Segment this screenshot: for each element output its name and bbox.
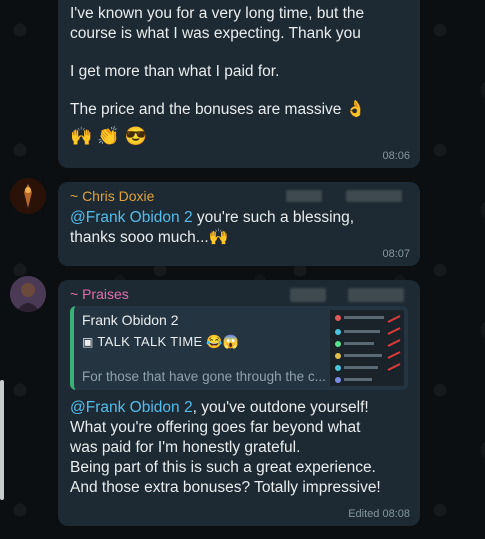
raised-hands-emoji-icon: 🙌 (208, 228, 229, 246)
redacted-phone (348, 288, 404, 302)
quoted-image-thumbnail (330, 310, 404, 386)
message-text: thanks sooo much... (70, 229, 209, 246)
sender-avatar-icon (10, 276, 46, 312)
quoted-title-emoji-icon: 😂😱 (206, 334, 240, 349)
message-text: , you've outdone yourself! (192, 399, 369, 416)
message-text: Being part of this is such a great exper… (70, 459, 376, 476)
avatar[interactable] (10, 178, 46, 214)
reply-quote[interactable]: Frank Obidon 2 ▣ TALK TALK TIME 😂😱 For t… (70, 306, 408, 390)
avatar[interactable] (10, 276, 46, 312)
message-bubble-2[interactable]: ~ Chris Doxie @Frank Obidon 2 you're suc… (58, 182, 420, 266)
redacted-phone (346, 190, 402, 202)
message-text: What you're offering goes far beyond wha… (70, 419, 361, 436)
message-timestamp: Edited 08:08 (348, 508, 410, 520)
message-text: was paid for I'm honestly grateful. (70, 439, 301, 456)
redacted-phone (290, 288, 326, 302)
mention-link[interactable]: @Frank Obidon 2 (70, 209, 193, 226)
document-icon: ▣ (82, 335, 94, 349)
message-text: The price and the bonuses are massive (70, 101, 342, 118)
message-timestamp: 08:07 (382, 248, 410, 260)
message-text: I get more than what I paid for. (70, 63, 280, 80)
ok-hand-emoji-icon: 👌 (345, 100, 366, 118)
reaction-emojis-icon: 🙌 👏 😎 (70, 125, 148, 146)
screenshot-thumbnail-icon (330, 310, 404, 386)
mention-link[interactable]: @Frank Obidon 2 (70, 399, 193, 416)
message-bubble-3[interactable]: ~ Praises Frank Obidon 2 ▣ TALK TALK TIM… (58, 280, 420, 526)
message-text: And those extra bonuses? Totally impress… (70, 479, 381, 496)
message-text: you're such a blessing, (192, 209, 355, 226)
sender-avatar-icon (10, 178, 46, 214)
message-text: I've known you for a very long time, but… (70, 5, 365, 42)
quoted-title: TALK TALK TIME (97, 334, 203, 349)
redacted-phone (286, 190, 322, 202)
quoted-text: For those that have gone through the c..… (82, 369, 326, 384)
message-timestamp: 08:06 (382, 150, 410, 162)
selection-indicator (0, 380, 4, 500)
message-bubble-1[interactable]: I've known you for a very long time, but… (58, 0, 420, 168)
